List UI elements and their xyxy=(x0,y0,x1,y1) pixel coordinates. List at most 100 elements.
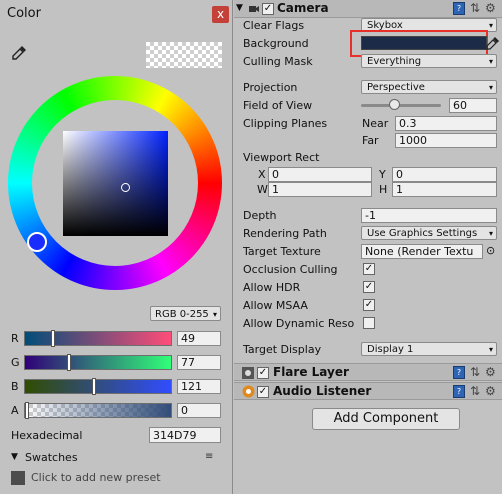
color-mode-dropdown[interactable]: RGB 0-255 ▾ xyxy=(150,306,221,321)
gear-icon[interactable]: ⚙ xyxy=(485,1,496,15)
camera-title: Camera xyxy=(277,1,329,15)
camera-component-header[interactable]: ▼ ✓ Camera ? ⇅ ⚙ xyxy=(234,0,502,18)
slider-thumb[interactable] xyxy=(51,330,55,347)
help-book-icon[interactable]: ? xyxy=(453,366,465,379)
swatches-foldout-icon[interactable]: ▼ xyxy=(11,452,18,462)
occlusion-culling-checkbox[interactable]: ✓ xyxy=(363,263,375,275)
projection-value: Perspective xyxy=(367,82,425,93)
target-display-value: Display 1 xyxy=(367,344,414,355)
hex-label: Hexadecimal xyxy=(11,429,83,442)
viewport-y-label: Y xyxy=(379,168,386,181)
add-component-button[interactable]: Add Component xyxy=(312,408,460,430)
alpha-slider[interactable] xyxy=(24,402,172,419)
rendering-path-dropdown[interactable]: Use Graphics Settings ▾ xyxy=(361,226,497,240)
flare-layer-enabled-checkbox[interactable]: ✓ xyxy=(257,367,269,379)
chevron-updown-icon: ▾ xyxy=(488,345,493,354)
preset-slider-icon[interactable]: ⇅ xyxy=(470,1,480,15)
preset-swatch[interactable] xyxy=(11,471,25,485)
chevron-updown-icon: ▾ xyxy=(488,21,493,30)
allow-msaa-label: Allow MSAA xyxy=(243,299,308,312)
slider-thumb[interactable] xyxy=(92,378,96,395)
color-preview-swatch xyxy=(146,42,222,68)
viewport-w-field[interactable]: 1 xyxy=(268,182,372,197)
blue-value-field[interactable]: 121 xyxy=(177,379,221,394)
eyedropper-icon[interactable] xyxy=(486,36,500,50)
chevron-updown-icon: ▾ xyxy=(212,310,217,319)
culling-mask-dropdown[interactable]: Everything ▾ xyxy=(361,54,497,68)
alpha-value-field[interactable]: 0 xyxy=(177,403,221,418)
depth-label: Depth xyxy=(243,209,277,222)
audio-listener-header[interactable]: ✓ Audio Listener ? ⇅ ⚙ xyxy=(234,382,502,400)
fov-slider-thumb[interactable] xyxy=(389,99,400,110)
target-texture-field[interactable]: None (Render Textu xyxy=(361,244,483,259)
flare-layer-header[interactable]: ✓ Flare Layer ? ⇅ ⚙ xyxy=(234,363,502,381)
allow-dynamic-resolution-checkbox[interactable] xyxy=(363,317,375,329)
viewport-h-label: H xyxy=(379,183,388,196)
background-color-field[interactable] xyxy=(361,36,487,50)
fov-label: Field of View xyxy=(243,99,313,112)
inspector-panel: ▼ ✓ Camera ? ⇅ ⚙ Clear Flags Skybox ▾ Ba… xyxy=(234,0,502,494)
clear-flags-label: Clear Flags xyxy=(243,19,305,32)
allow-msaa-checkbox[interactable]: ✓ xyxy=(363,299,375,311)
viewport-h-field[interactable]: 1 xyxy=(392,182,497,197)
projection-dropdown[interactable]: Perspective ▾ xyxy=(361,80,497,94)
hex-input[interactable]: 314D79 xyxy=(149,427,221,443)
far-label: Far xyxy=(362,134,379,147)
help-book-icon[interactable]: ? xyxy=(453,2,465,15)
add-preset-hint[interactable]: Click to add new preset xyxy=(31,471,161,484)
hue-cursor[interactable] xyxy=(27,232,47,252)
saturation-value-square[interactable] xyxy=(63,131,168,236)
audio-listener-icon xyxy=(242,385,255,398)
swatches-menu-icon[interactable]: ≡ xyxy=(205,451,213,462)
slider-thumb[interactable] xyxy=(25,402,29,419)
depth-field[interactable]: -1 xyxy=(361,208,497,223)
channel-label-a: A xyxy=(11,404,19,417)
chevron-updown-icon: ▾ xyxy=(488,229,493,238)
red-value-field[interactable]: 49 xyxy=(177,331,221,346)
camera-enabled-checkbox[interactable]: ✓ xyxy=(262,3,274,15)
green-slider[interactable] xyxy=(24,354,172,371)
near-clip-field[interactable]: 0.3 xyxy=(395,116,497,131)
sv-cursor[interactable] xyxy=(121,183,130,192)
slider-thumb[interactable] xyxy=(67,354,71,371)
audio-listener-enabled-checkbox[interactable]: ✓ xyxy=(257,386,269,398)
gear-icon[interactable]: ⚙ xyxy=(485,365,496,379)
preset-slider-icon[interactable]: ⇅ xyxy=(470,384,480,398)
target-display-dropdown[interactable]: Display 1 ▾ xyxy=(361,342,497,356)
preset-slider-icon[interactable]: ⇅ xyxy=(470,365,480,379)
object-picker-icon[interactable]: ⊙ xyxy=(486,244,495,257)
fov-slider-track[interactable] xyxy=(361,104,441,107)
swatches-label[interactable]: Swatches xyxy=(25,451,78,464)
allow-hdr-checkbox[interactable]: ✓ xyxy=(363,281,375,293)
occlusion-culling-label: Occlusion Culling xyxy=(243,263,338,276)
viewport-x-label: X xyxy=(258,168,266,181)
clipping-planes-label: Clipping Planes xyxy=(243,117,328,130)
flare-layer-title: Flare Layer xyxy=(273,365,349,379)
viewport-y-field[interactable]: 0 xyxy=(392,167,497,182)
channel-label-r: R xyxy=(11,332,19,345)
culling-mask-label: Culling Mask xyxy=(243,55,313,68)
viewport-x-field[interactable]: 0 xyxy=(268,167,372,182)
foldout-arrow-icon[interactable]: ▼ xyxy=(236,3,243,13)
eyedropper-icon[interactable] xyxy=(10,44,28,62)
target-display-label: Target Display xyxy=(243,343,322,356)
alpha-gradient-overlay xyxy=(25,404,171,417)
far-clip-field[interactable]: 1000 xyxy=(395,133,497,148)
red-slider[interactable] xyxy=(24,330,172,347)
background-label: Background xyxy=(243,37,309,50)
blue-slider[interactable] xyxy=(24,378,172,395)
chevron-updown-icon: ▾ xyxy=(488,57,493,66)
close-button[interactable]: x xyxy=(212,6,229,23)
camera-icon xyxy=(249,6,259,12)
channel-label-g: G xyxy=(11,356,20,369)
chevron-updown-icon: ▾ xyxy=(488,83,493,92)
help-book-icon[interactable]: ? xyxy=(453,385,465,398)
rendering-path-label: Rendering Path xyxy=(243,227,327,240)
fov-value-field[interactable]: 60 xyxy=(449,98,497,113)
green-value-field[interactable]: 77 xyxy=(177,355,221,370)
flare-layer-icon xyxy=(242,367,254,379)
viewport-w-label: W xyxy=(257,183,268,196)
viewport-rect-label: Viewport Rect xyxy=(243,151,320,164)
gear-icon[interactable]: ⚙ xyxy=(485,384,496,398)
target-texture-label: Target Texture xyxy=(243,245,321,258)
